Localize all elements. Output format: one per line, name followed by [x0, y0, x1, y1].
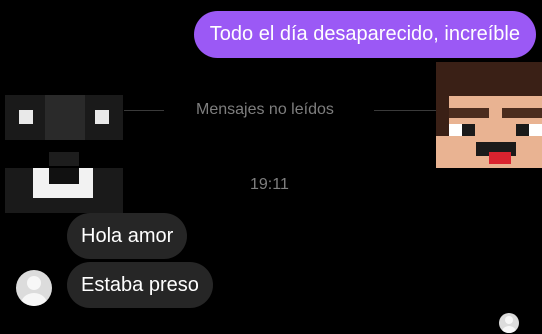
incoming-message-text: Estaba preso [81, 274, 199, 296]
outgoing-message-text: Todo el día desaparecido, increíble [209, 23, 520, 45]
outgoing-message-bubble[interactable]: Todo el día desaparecido, increíble [193, 11, 536, 58]
divider-line-left [124, 110, 164, 111]
user-icon [502, 316, 516, 333]
incoming-message-text: Hola amor [81, 225, 174, 247]
pixel-character-sticker[interactable] [436, 62, 542, 168]
unread-divider-label: Mensajes no leídos [196, 101, 334, 118]
user-icon [21, 276, 47, 306]
sender-avatar[interactable] [16, 270, 52, 306]
divider-line-right [374, 110, 436, 111]
incoming-message-bubble[interactable]: Estaba preso [67, 262, 213, 308]
read-receipt-avatar [499, 313, 519, 333]
message-timestamp: 19:11 [250, 176, 289, 193]
incoming-message-bubble[interactable]: Hola amor [67, 213, 188, 259]
pixel-face-sticker[interactable] [5, 95, 123, 213]
